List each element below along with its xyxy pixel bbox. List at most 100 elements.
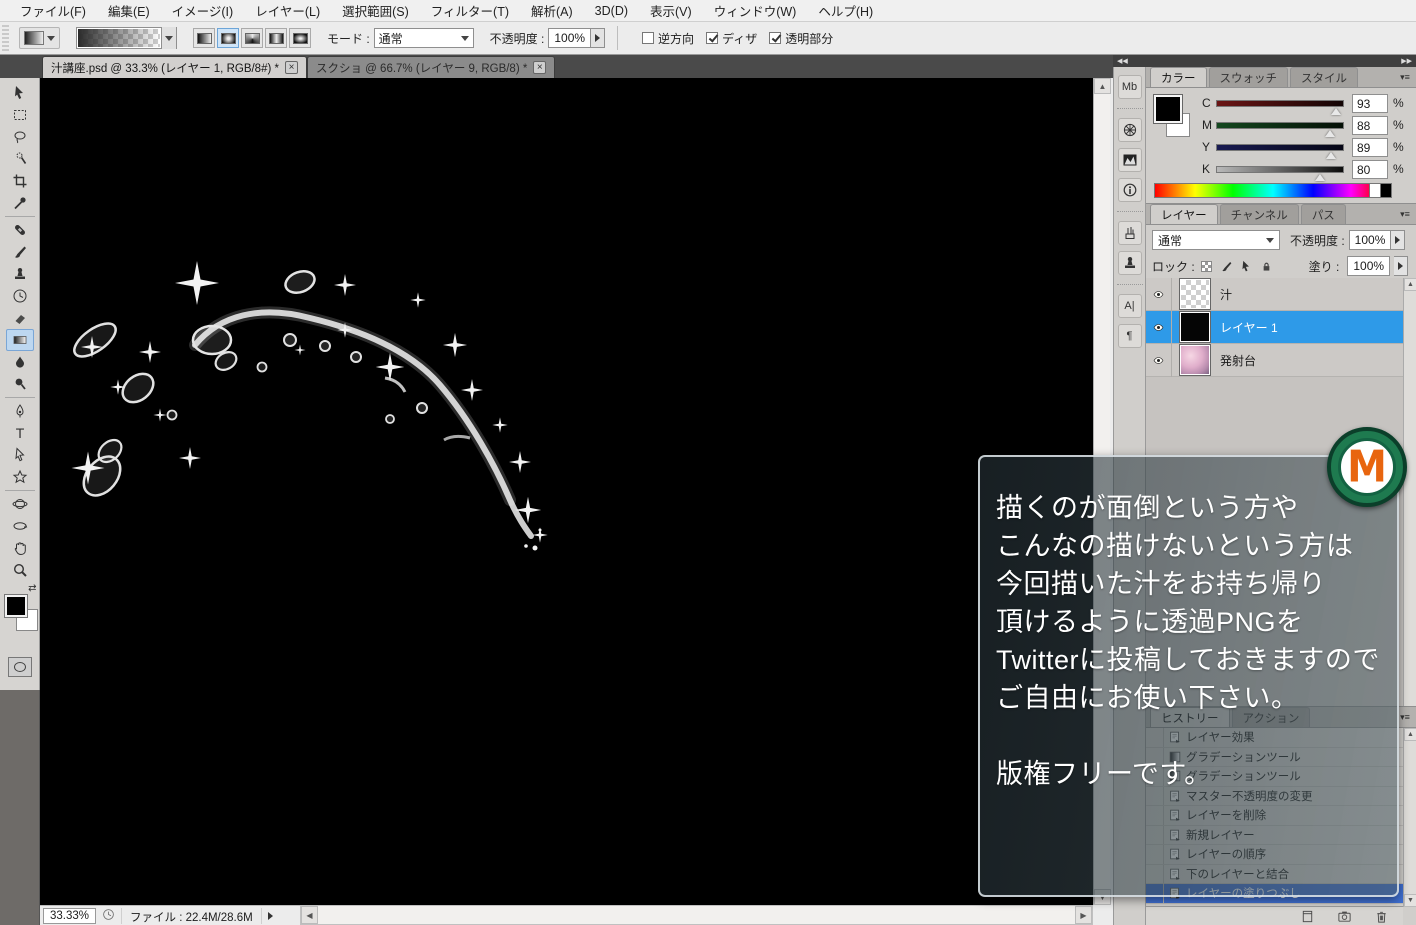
menu-select[interactable]: 選択範囲(S): [332, 0, 419, 22]
character-panel-button[interactable]: A|: [1118, 294, 1142, 318]
menu-filter[interactable]: フィルター(T): [421, 0, 519, 22]
tab-channels[interactable]: チャンネル: [1220, 204, 1299, 224]
menu-edit[interactable]: 編集(E): [98, 0, 160, 22]
brush-tool[interactable]: [6, 241, 34, 263]
close-icon[interactable]: ×: [533, 61, 546, 74]
tab-color[interactable]: カラー: [1150, 67, 1207, 87]
yellow-value-input[interactable]: 89: [1352, 138, 1388, 157]
paragraph-panel-button[interactable]: ¶: [1118, 324, 1142, 348]
diamond-gradient-button[interactable]: [289, 28, 311, 48]
opacity-input[interactable]: 100%: [548, 28, 591, 48]
layer-fill-slider-button[interactable]: [1394, 256, 1408, 276]
menu-image[interactable]: イメージ(I): [162, 0, 244, 22]
collapse-panels-left-icon[interactable]: ◀◀: [1117, 57, 1128, 65]
lock-position-button[interactable]: [1239, 258, 1255, 274]
status-options-arrow[interactable]: [268, 912, 273, 920]
layer-row-launchpad[interactable]: 発射台: [1146, 344, 1403, 377]
crop-tool[interactable]: [6, 170, 34, 192]
layer-thumbnail[interactable]: [1180, 279, 1210, 309]
opacity-slider-button[interactable]: [591, 28, 605, 48]
slider-thumb[interactable]: [1331, 108, 1341, 115]
delete-state-trash-icon[interactable]: [1374, 909, 1389, 924]
angle-gradient-button[interactable]: [241, 28, 263, 48]
histogram-panel-button[interactable]: [1118, 148, 1142, 172]
panel-menu-icon[interactable]: ▾≡: [1397, 711, 1413, 723]
layer-thumbnail[interactable]: [1180, 345, 1210, 375]
layer-row-layer1-selected[interactable]: レイヤー 1: [1146, 311, 1403, 344]
custom-shape-tool[interactable]: [6, 466, 34, 488]
slider-thumb[interactable]: [1326, 152, 1336, 159]
history-scrollbar[interactable]: ▲ ▼: [1403, 728, 1416, 907]
path-selection-tool[interactable]: [6, 444, 34, 466]
gradient-tool-selected[interactable]: [6, 329, 34, 351]
black-swatch-cell[interactable]: [1380, 184, 1391, 197]
marquee-tool[interactable]: [6, 104, 34, 126]
visibility-toggle[interactable]: [1146, 278, 1172, 311]
gradient-tool-preset-button[interactable]: [19, 27, 60, 49]
zoom-tool[interactable]: [6, 559, 34, 581]
gradient-picker-arrow-button[interactable]: [161, 27, 176, 49]
lasso-tool[interactable]: [6, 126, 34, 148]
layer-row-juice[interactable]: 汁: [1146, 278, 1403, 311]
blend-mode-select[interactable]: 通常: [374, 28, 474, 48]
scroll-left-icon[interactable]: ◀: [301, 906, 318, 924]
menu-analysis[interactable]: 解析(A): [521, 0, 583, 22]
dither-checkbox[interactable]: ディザ: [706, 30, 757, 47]
eyedropper-tool[interactable]: [6, 192, 34, 214]
foreground-color-swatch[interactable]: [5, 595, 27, 617]
move-tool[interactable]: [6, 82, 34, 104]
scroll-right-icon[interactable]: ▶: [1075, 906, 1092, 924]
blur-tool[interactable]: [6, 351, 34, 373]
document-tab-inactive[interactable]: スクショ @ 66.7% (レイヤー 9, RGB/8) * ×: [307, 56, 555, 78]
swap-colors-icon[interactable]: ⇄: [28, 583, 36, 594]
lock-all-button[interactable]: [1259, 258, 1275, 274]
document-tab-active[interactable]: 汁講座.psd @ 33.3% (レイヤー 1, RGB/8#) * ×: [42, 56, 307, 78]
pen-tool[interactable]: [6, 400, 34, 422]
mini-bridge-button[interactable]: Mb: [1118, 75, 1142, 99]
clone-stamp-tool[interactable]: [6, 263, 34, 285]
layer-name[interactable]: 発射台: [1220, 352, 1256, 369]
3d-rotate-tool[interactable]: [6, 493, 34, 515]
gradient-preview-picker[interactable]: [76, 27, 177, 49]
new-snapshot-camera-icon[interactable]: [1337, 909, 1352, 924]
zoom-level-input[interactable]: 33.33%: [43, 908, 96, 924]
transparency-checkbox[interactable]: 透明部分: [769, 30, 833, 47]
magenta-slider-track[interactable]: [1216, 122, 1344, 129]
cyan-slider-track[interactable]: [1216, 100, 1344, 107]
menu-file[interactable]: ファイル(F): [10, 0, 96, 22]
close-icon[interactable]: ×: [285, 61, 298, 74]
black-slider-track[interactable]: [1216, 166, 1344, 173]
panel-menu-icon[interactable]: ▾≡: [1397, 208, 1413, 220]
dodge-tool[interactable]: [6, 373, 34, 395]
linear-gradient-button[interactable]: [193, 28, 215, 48]
tab-layers[interactable]: レイヤー: [1150, 204, 1218, 224]
reflected-gradient-button[interactable]: [265, 28, 287, 48]
layer-fill-input[interactable]: 100%: [1347, 256, 1390, 276]
document-canvas[interactable]: [40, 78, 1093, 905]
menu-window[interactable]: ウィンドウ(W): [704, 0, 807, 22]
magenta-value-input[interactable]: 88: [1352, 116, 1388, 135]
canvas-horizontal-scrollbar[interactable]: ◀ ▶: [300, 905, 1093, 925]
scroll-up-icon[interactable]: ▲: [1404, 728, 1416, 741]
scroll-up-icon[interactable]: ▲: [1404, 278, 1416, 291]
visibility-toggle[interactable]: [1146, 344, 1172, 377]
lock-pixels-button[interactable]: [1219, 258, 1235, 274]
color-spectrum-ramp[interactable]: [1154, 183, 1392, 198]
history-brush-tool[interactable]: [6, 285, 34, 307]
slider-thumb[interactable]: [1325, 130, 1335, 137]
slider-thumb[interactable]: [1315, 174, 1325, 181]
layer-name[interactable]: 汁: [1220, 286, 1232, 303]
tab-styles[interactable]: スタイル: [1290, 67, 1358, 87]
radial-gradient-button[interactable]: [217, 28, 239, 48]
new-document-from-state-icon[interactable]: [1300, 909, 1315, 924]
info-panel-button[interactable]: [1118, 178, 1142, 202]
tab-swatches[interactable]: スウォッチ: [1209, 67, 1289, 87]
visibility-toggle[interactable]: [1146, 311, 1172, 344]
quick-selection-tool[interactable]: [6, 148, 34, 170]
black-value-input[interactable]: 80: [1352, 160, 1388, 179]
reverse-checkbox[interactable]: 逆方向: [642, 30, 694, 47]
yellow-slider-track[interactable]: [1216, 144, 1344, 151]
type-tool[interactable]: [6, 422, 34, 444]
options-bar-grip[interactable]: [2, 25, 9, 51]
healing-brush-tool[interactable]: [6, 219, 34, 241]
